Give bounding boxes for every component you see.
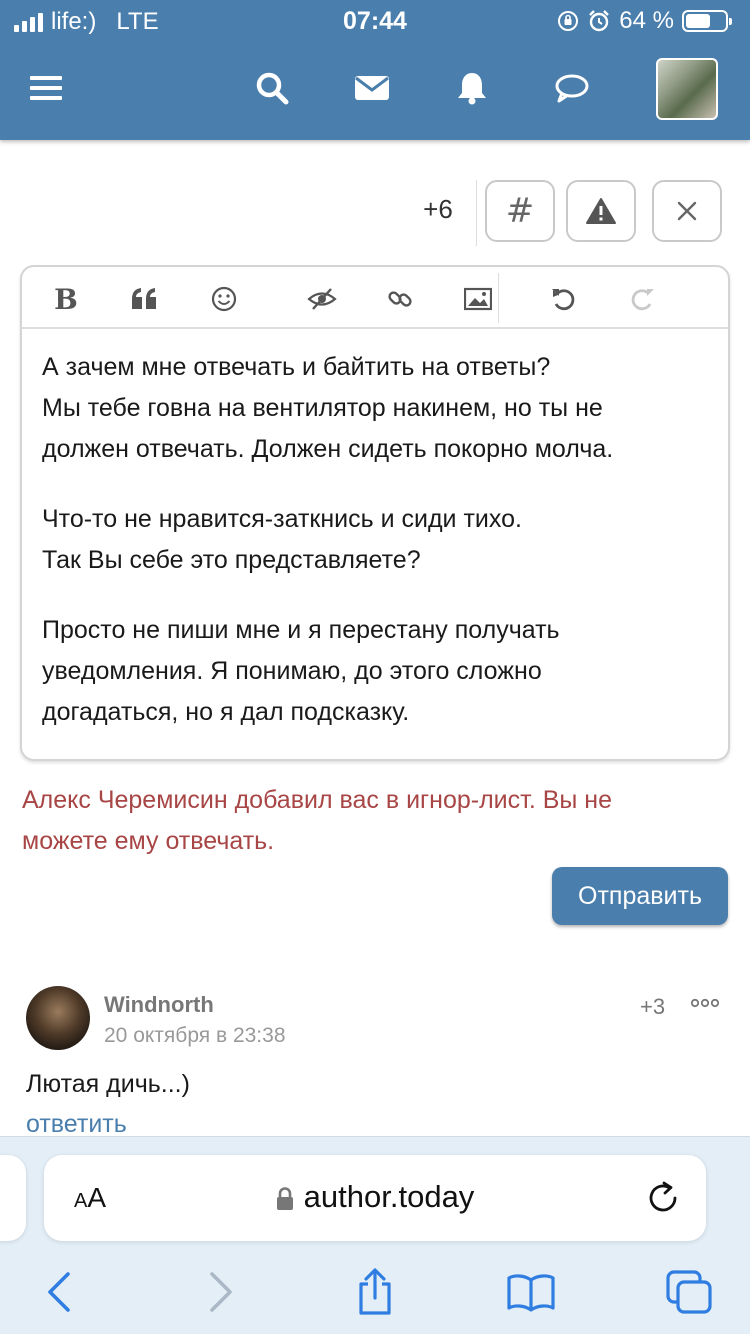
actions-divider: [476, 180, 477, 246]
editor-line: Что-то не нравится-заткнись и сиди тихо.: [42, 505, 522, 533]
post-vote-count: +6: [423, 194, 453, 224]
lock-icon: [276, 1187, 293, 1210]
editor-line: Так Вы себе это представляете?: [42, 546, 421, 574]
tabs-icon[interactable]: [664, 1267, 714, 1317]
hashtag-icon: #: [505, 191, 535, 231]
menu-icon[interactable]: [26, 68, 66, 108]
editor-line: Просто не пиши мне и я перестану получат…: [42, 616, 560, 644]
bold-icon: B: [54, 282, 78, 316]
share-icon[interactable]: [350, 1267, 400, 1317]
link-icon: [388, 291, 412, 307]
editor-paragraph: Что-то не нравится-заткнись и сиди тихо.…: [42, 499, 712, 581]
image-icon: [464, 287, 492, 311]
search-icon[interactable]: [252, 68, 292, 108]
editor-paragraph: Просто не пиши мне и я перестану получат…: [42, 610, 712, 733]
spoiler-button[interactable]: [302, 279, 342, 319]
editor-line: должен отвечать. Должен сидеть покорно м…: [42, 435, 614, 463]
smile-icon: [211, 286, 237, 312]
url-display[interactable]: author.today: [44, 1179, 706, 1215]
comment-vote-count: +3: [640, 994, 666, 1019]
address-bar[interactable]: AA author.today: [44, 1155, 706, 1241]
comment-author[interactable]: Windnorth: [104, 992, 214, 1018]
comment-avatar[interactable]: [26, 986, 90, 1050]
bookmarks-icon[interactable]: [506, 1267, 556, 1317]
editor-line: Мы тебе говна на вентилятор накинем, но …: [42, 394, 603, 422]
editor-line: А зачем мне отвечать и байтить на ответы…: [42, 353, 551, 381]
back-icon[interactable]: [34, 1267, 84, 1317]
browser-toolbar: AA author.today: [0, 1136, 750, 1334]
editor-toolbar: B: [22, 267, 728, 329]
status-bar: life:) LTE 07:44 64 %: [0, 0, 750, 42]
url-text: author.today: [303, 1179, 475, 1214]
bold-button[interactable]: B: [46, 279, 86, 319]
forward-icon[interactable]: [196, 1267, 246, 1317]
editor-line: догадаться, но я дал подсказку.: [42, 698, 410, 726]
undo-button[interactable]: [544, 279, 584, 319]
status-right: 64 %: [557, 7, 732, 35]
main-nav: [0, 50, 750, 134]
more-options-icon[interactable]: [690, 992, 720, 1015]
ignore-list-notice: Алекс Черемисин добавил вас в игнор-лист…: [22, 780, 722, 862]
warning-icon: [586, 198, 616, 224]
orientation-lock-icon: [558, 11, 579, 31]
editor-paragraph: А зачем мне отвечать и байтить на ответы…: [42, 347, 712, 470]
emoji-button[interactable]: [204, 279, 244, 319]
quote-button[interactable]: [124, 279, 164, 319]
close-button[interactable]: [652, 180, 722, 242]
report-button[interactable]: [566, 180, 636, 242]
previous-tab[interactable]: [0, 1155, 26, 1241]
page-content: +6 # B А зачем мне отвечать и байтить на…: [0, 140, 750, 1136]
comment-text: Лютая дичь...): [26, 1070, 190, 1098]
notice-line: можете ему отвечать.: [22, 827, 275, 855]
notice-line: Алекс Черемисин добавил вас в игнор-лист…: [22, 786, 613, 814]
user-avatar[interactable]: [656, 58, 718, 120]
undo-icon: [552, 289, 575, 311]
hashtag-button[interactable]: #: [485, 180, 555, 242]
comment-reply-link[interactable]: ответить: [26, 1110, 127, 1136]
reload-icon[interactable]: [644, 1179, 682, 1217]
alarm-icon: [589, 10, 610, 32]
link-button[interactable]: [380, 279, 420, 319]
post-actions: +6 #: [0, 180, 750, 246]
battery-percent: 64 %: [619, 7, 674, 34]
close-icon: [677, 201, 697, 221]
redo-button[interactable]: [622, 279, 662, 319]
eye-slash-icon: [307, 288, 337, 310]
comment-date[interactable]: 20 октября в 23:38: [104, 1024, 286, 1048]
bell-icon[interactable]: [452, 68, 492, 108]
toolbar-divider: [498, 273, 499, 323]
reply-editor[interactable]: B А зачем мне отвечать и байтить на отве…: [20, 265, 730, 761]
editor-line: уведомления. Я понимаю, до этого сложно: [42, 657, 542, 685]
editor-text[interactable]: А зачем мне отвечать и байтить на ответы…: [42, 347, 712, 762]
send-button[interactable]: Отправить: [552, 867, 728, 925]
mail-icon[interactable]: [352, 68, 392, 108]
top-bar: life:) LTE 07:44 64 %: [0, 0, 750, 140]
quote-icon: [132, 288, 156, 309]
image-button[interactable]: [458, 279, 498, 319]
chat-icon[interactable]: [552, 68, 592, 108]
redo-icon: [631, 289, 654, 311]
battery-icon: [682, 10, 732, 32]
